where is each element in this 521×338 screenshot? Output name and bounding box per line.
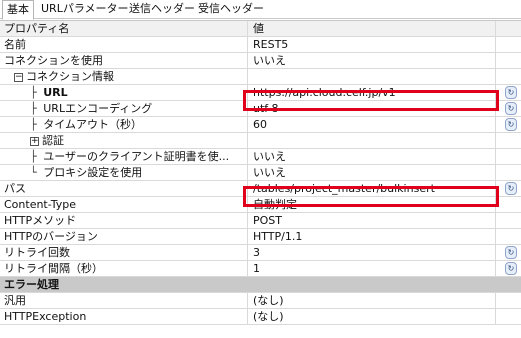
property-value[interactable]: 1 [249,261,496,276]
tab-url-parameters[interactable]: URLパラメーター [37,0,133,19]
edit-dialog-icon[interactable]: ↻ [505,86,517,99]
property-label: HTTPのバージョン [0,229,248,244]
collapse-icon[interactable]: − [14,72,23,82]
group-label: 認証 [42,134,64,147]
row-connection-info[interactable]: − コネクション情報 [0,69,521,85]
group-label: コネクション情報 [26,70,114,83]
property-value [249,69,496,84]
property-label: ユーザーのクライアント証明書を使... [43,150,230,163]
row-proxy-settings[interactable]: └ プロキシ設定を使用 いいえ [0,165,521,181]
property-label-cell: ├ URLエンコーディング [0,101,248,116]
row-authentication[interactable]: + 認証 [0,133,521,149]
header-value: 値 [249,21,496,36]
property-value[interactable]: HTTP/1.1 [249,229,496,244]
row-retry-count[interactable]: リトライ回数 3 ↻ [0,245,521,261]
property-editor: 基本 URLパラメーター 送信ヘッダー 受信ヘッダー プロパティ名 値 名前 R… [0,0,521,338]
row-use-connection[interactable]: コネクションを使用 いいえ [0,53,521,69]
property-value[interactable]: utf-8 [249,101,496,116]
property-label: コネクションを使用 [0,53,248,68]
row-client-certificate[interactable]: ├ ユーザーのクライアント証明書を使... いいえ [0,149,521,165]
property-value[interactable]: 自動判定 [249,197,496,212]
tab-send-headers[interactable]: 送信ヘッダー [125,0,199,19]
section-title: エラー処理 [4,278,59,291]
row-path[interactable]: パス /tables/project_master/bulkinsert ↻ [0,181,521,197]
property-value[interactable]: 60 [249,117,496,132]
edit-dialog-icon[interactable]: ↻ [505,182,517,195]
property-label: プロキシ設定を使用 [43,166,143,179]
row-name[interactable]: 名前 REST5 [0,37,521,53]
row-http-exception[interactable]: HTTPException (なし) [0,309,521,325]
property-label: パス [0,181,248,196]
row-generic[interactable]: 汎用 (なし) [0,293,521,309]
property-label-cell: ├ タイムアウト（秒） [0,117,248,132]
property-label: 汎用 [0,293,248,308]
row-url-encoding[interactable]: ├ URLエンコーディング utf-8 ↻ [0,101,521,117]
tab-basic[interactable]: 基本 [2,0,34,20]
property-label: URLエンコーディング [43,102,153,115]
url-value[interactable]: https://api.cloud.celf.jp/v1 [249,85,496,100]
property-label-cell: └ プロキシ設定を使用 [0,165,248,180]
edit-dialog-icon[interactable]: ↻ [505,102,517,115]
property-value[interactable]: POST [249,213,496,228]
tree-connector-icon: ├ [30,86,44,99]
property-value[interactable]: いいえ [249,165,496,180]
section-error-handling: エラー処理 [0,277,521,293]
property-label-cell: ├ URL [0,85,248,100]
property-label: タイムアウト（秒） [43,118,143,131]
row-timeout[interactable]: ├ タイムアウト（秒） 60 ↻ [0,117,521,133]
path-value[interactable]: /tables/project_master/bulkinsert [249,181,496,196]
expand-icon[interactable]: + [30,136,39,146]
edit-dialog-icon[interactable]: ↻ [505,262,517,275]
property-label: Content-Type [0,197,248,212]
row-http-method[interactable]: HTTPメソッド POST [0,213,521,229]
tab-receive-headers[interactable]: 受信ヘッダー [194,0,268,19]
edit-dialog-icon[interactable]: ↻ [505,118,517,131]
header-property-name: プロパティ名 [0,21,248,36]
grid-header: プロパティ名 値 [0,21,521,37]
property-button-cell: ↻ [497,261,521,276]
tree-connector-icon: ├ [30,102,44,115]
property-label-cell: ├ ユーザーのクライアント証明書を使... [0,149,248,164]
property-button-cell: ↻ [497,85,521,100]
property-value[interactable]: (なし) [249,293,496,308]
row-content-type[interactable]: Content-Type 自動判定 [0,197,521,213]
edit-dialog-icon[interactable]: ↻ [505,246,517,259]
property-label: 名前 [0,37,248,52]
property-value [249,133,496,148]
row-retry-interval[interactable]: リトライ間隔（秒） 1 ↻ [0,261,521,277]
row-http-version[interactable]: HTTPのバージョン HTTP/1.1 [0,229,521,245]
property-value[interactable]: (なし) [249,309,496,324]
property-value[interactable]: REST5 [249,37,496,52]
property-button-cell: ↻ [497,245,521,260]
property-value[interactable]: 3 [249,245,496,260]
property-value[interactable]: いいえ [249,53,496,68]
property-button-cell: ↻ [497,101,521,116]
group-label-cell: − コネクション情報 [0,69,248,84]
group-label-cell: + 認証 [0,133,248,148]
property-label: HTTPメソッド [0,213,248,228]
property-button-cell: ↻ [497,117,521,132]
tree-connector-icon: └ [30,166,44,179]
property-button-cell: ↻ [497,181,521,196]
tree-connector-icon: ├ [30,150,44,163]
property-grid: プロパティ名 値 名前 REST5 コネクションを使用 いいえ − コネクション情… [0,20,521,338]
property-label: HTTPException [0,309,248,324]
tab-strip: 基本 URLパラメーター 送信ヘッダー 受信ヘッダー [0,0,521,20]
property-value[interactable]: いいえ [249,149,496,164]
property-label: URL [43,86,68,99]
tree-connector-icon: ├ [30,118,44,131]
property-label: リトライ回数 [0,245,248,260]
property-label: リトライ間隔（秒） [0,261,248,276]
row-url[interactable]: ├ URL https://api.cloud.celf.jp/v1 ↻ [0,85,521,101]
